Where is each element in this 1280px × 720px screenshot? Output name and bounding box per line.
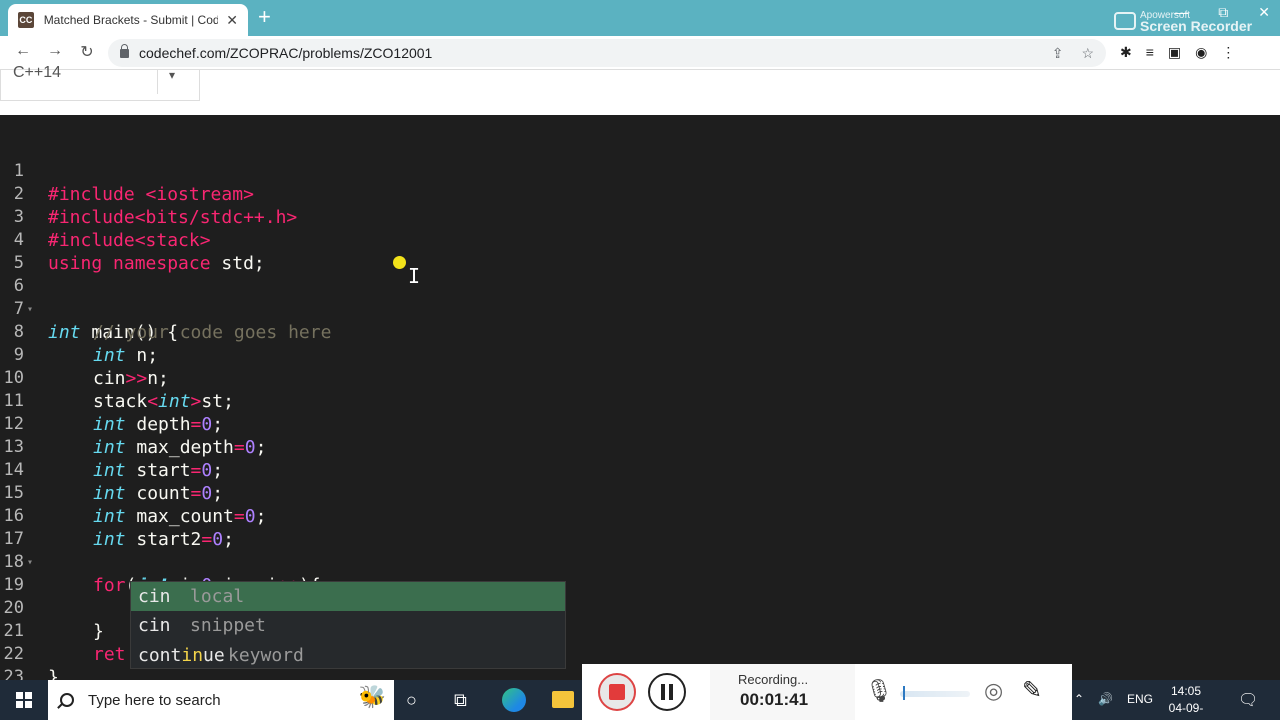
side-panel-icon[interactable]: ▣ [1168,44,1181,61]
forward-icon[interactable]: → [44,42,66,60]
recording-timer: 00:01:41 [740,690,809,709]
codechef-favicon-icon: CC [18,12,34,28]
code-line: 7 // your code goes here [0,275,1280,343]
code-line: 3 #include<stack> [0,183,1280,251]
code-line: 1 #include <iostream> [0,137,1280,205]
clock-date: 04-09-2022 [1168,701,1204,720]
code-line: 12 int max_depth=0; [0,390,1280,458]
volume-slider-knob[interactable] [902,686,905,700]
autocomplete-item[interactable]: cin snippet [131,611,565,640]
code-line: 18 int x; [0,528,1280,596]
volume-slider[interactable] [900,691,970,697]
search-icon [60,693,74,707]
search-placeholder: Type here to search [88,691,221,709]
autocomplete-item[interactable]: cin local [131,582,565,612]
tray-overflow-icon[interactable]: ⌃ [1074,692,1084,706]
tab-title: Matched Brackets - Submit | CodeChef [43,13,219,27]
clock-time: 14:05 [1170,684,1202,698]
code-line: 13 int start=0; [0,413,1280,481]
page-header: C++14 ▾ [0,64,1280,115]
browser-tab[interactable]: CC Matched Brackets - Submit | CodeChef … [8,4,248,36]
speaker-icon[interactable]: 🔊 [1098,692,1113,706]
code-line: 9 cin>>n; [0,321,1280,389]
browser-toolbar: ← → ↻ codechef.com/ZCOPRAC/problems/ZCO1… [0,36,1280,70]
profile-icon[interactable]: ◉ [1195,44,1207,61]
cursor-highlight [393,256,406,269]
code-line: 11 int depth=0; [0,367,1280,435]
extensions-puzzle-icon[interactable]: ✱ [1120,44,1132,61]
new-tab-icon[interactable]: + [258,6,271,28]
language-select[interactable]: C++14 ▾ [0,64,200,101]
back-icon[interactable]: ← [12,42,34,60]
microphone-icon[interactable]: 🎙 [865,678,893,704]
camera-logo-icon [1114,12,1136,30]
browser-menu-icon[interactable]: ⋮ [1221,44,1235,61]
recording-status: Recording... [738,672,809,687]
share-icon[interactable]: ⇪ [1052,45,1064,62]
window-controls: — ⧉ ✕ [1174,4,1270,21]
input-language[interactable]: ENG [1127,692,1153,706]
stop-recording-button[interactable] [598,673,636,711]
code-line: 16 int start2=0; [0,482,1280,550]
edge-browser-icon[interactable] [502,688,526,712]
watermark-line2: Screen Recorder [1140,18,1253,34]
autocomplete-popup: cin local cin snippet continue keyword [130,581,566,669]
tab-close-icon[interactable]: ✕ [226,12,238,29]
search-highlight-icon: 🐝 [358,684,386,709]
text-cursor-icon: I [408,264,421,288]
windows-start-icon[interactable] [16,692,32,708]
code-line: 14 int count=0; [0,436,1280,504]
code-line: 8 int n; [0,298,1280,366]
file-explorer-icon[interactable] [552,691,574,708]
chevron-down-icon[interactable]: ▾ [169,68,175,82]
task-view-icon[interactable]: ⧉ [454,690,467,711]
window-close-icon[interactable]: ✕ [1258,4,1270,21]
annotate-pen-icon[interactable]: ✎ [1022,676,1042,705]
cortana-icon[interactable]: ○ [406,690,417,711]
code-line: 19 cin [0,551,1280,619]
taskbar-search[interactable]: Type here to search 🐝 [48,680,394,720]
code-line: 17 ▾ for(int i=0;i<n;i++){ [0,505,1280,596]
code-line: 10 stack<int>st; [0,344,1280,412]
reload-icon[interactable]: ↻ [76,42,98,62]
select-divider [157,70,158,94]
code-line: 6 ▾ int main() { [0,252,1280,343]
minimize-icon[interactable]: — [1174,4,1188,21]
pause-recording-button[interactable] [648,673,686,711]
code-line: 4 using namespace std; [0,206,1280,274]
restore-icon[interactable]: ⧉ [1218,4,1228,21]
notifications-icon[interactable]: 🗨 [1238,690,1258,710]
bookmark-star-icon[interactable]: ☆ [1081,45,1094,62]
system-tray: ⌃ 🔊 ENG [1074,692,1153,706]
reading-list-icon[interactable]: ≡ [1146,44,1154,61]
browser-tab-bar: CC Matched Brackets - Submit | CodeChef … [0,0,1280,36]
recording-status-panel: Recording... 00:01:41 [710,664,855,720]
lock-icon[interactable] [120,43,129,58]
address-bar[interactable]: codechef.com/ZCOPRAC/problems/ZCO12001 ⇪… [108,39,1106,67]
code-line: 15 int max_count=0; [0,459,1280,527]
code-line: 5 [0,229,1280,273]
url-text[interactable]: codechef.com/ZCOPRAC/problems/ZCO12001 [139,45,432,61]
recorder-toolbar: Recording... 00:01:41 🎙 ◎ ✎ [582,664,1072,720]
language-value: C++14 [13,64,62,81]
autocomplete-item[interactable]: continue keyword [131,641,565,670]
code-line: 2 #include<bits/stdc++.h> [0,160,1280,228]
webcam-icon[interactable]: ◎ [984,678,1003,704]
extension-icons: ✱ ≡ ▣ ◉ ⋮ [1120,44,1235,61]
taskbar-clock[interactable]: 14:05 04-09-2022 [1156,683,1216,720]
